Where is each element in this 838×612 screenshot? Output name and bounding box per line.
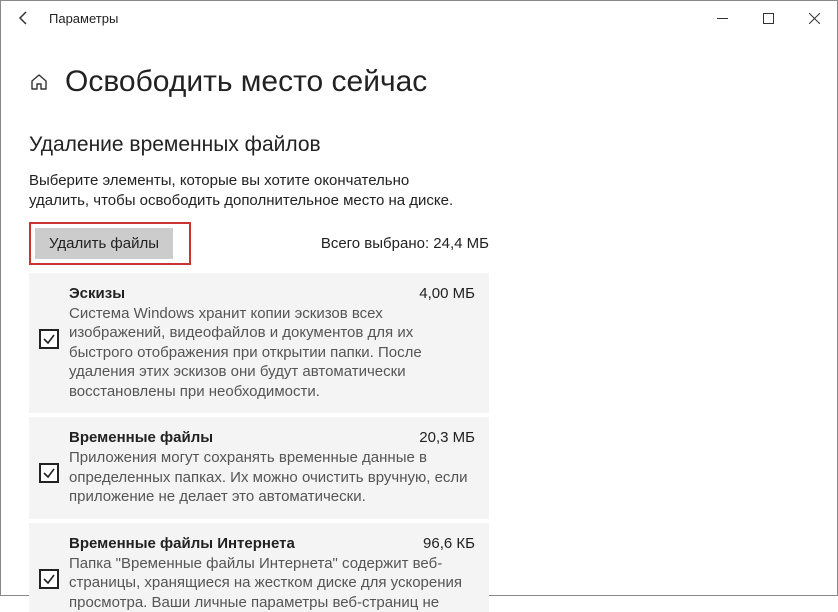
page-header: Освободить место сейчас (29, 65, 809, 99)
list-item: Временные файлы 20,3 МБ Приложения могут… (29, 417, 489, 519)
item-title: Эскизы (69, 285, 125, 302)
item-header: Временные файлы Интернета 96,6 КБ (69, 535, 475, 552)
item-size: 4,00 МБ (419, 285, 475, 302)
item-checkbox[interactable] (39, 569, 59, 589)
minimize-button[interactable] (699, 2, 745, 34)
list-item: Временные файлы Интернета 96,6 КБ Папка … (29, 523, 489, 612)
settings-window: Параметры Освободить место сейчас Удален… (0, 0, 838, 596)
item-checkbox[interactable] (39, 329, 59, 349)
home-icon[interactable] (29, 72, 49, 98)
close-button[interactable] (791, 2, 837, 34)
item-body: Эскизы 4,00 МБ Система Windows хранит ко… (69, 285, 475, 402)
action-row: Удалить файлы Всего выбрано: 24,4 МБ (29, 222, 489, 265)
delete-files-button[interactable]: Удалить файлы (35, 228, 173, 259)
item-checkbox[interactable] (39, 463, 59, 483)
item-description: Приложения могут сохранять временные дан… (69, 448, 475, 507)
window-controls (699, 2, 837, 34)
item-size: 96,6 КБ (423, 535, 475, 552)
item-header: Эскизы 4,00 МБ (69, 285, 475, 302)
item-header: Временные файлы 20,3 МБ (69, 429, 475, 446)
items-list: Эскизы 4,00 МБ Система Windows хранит ко… (29, 273, 489, 612)
list-item: Эскизы 4,00 МБ Система Windows хранит ко… (29, 273, 489, 414)
section-description: Выберите элементы, которые вы хотите око… (29, 171, 469, 212)
window-title: Параметры (49, 11, 118, 26)
item-description: Папка "Временные файлы Интернета" содерж… (69, 554, 475, 612)
item-description: Система Windows хранит копии эскизов все… (69, 304, 475, 402)
item-title: Временные файлы (69, 429, 213, 446)
page-title: Освободить место сейчас (65, 65, 427, 99)
delete-button-highlight: Удалить файлы (29, 222, 191, 265)
item-title: Временные файлы Интернета (69, 535, 295, 552)
back-button[interactable] (9, 3, 39, 33)
titlebar: Параметры (1, 1, 837, 35)
content-area: Освободить место сейчас Удаление временн… (1, 35, 837, 612)
item-body: Временные файлы 20,3 МБ Приложения могут… (69, 429, 475, 507)
selected-total-label: Всего выбрано: 24,4 МБ (321, 235, 489, 252)
item-body: Временные файлы Интернета 96,6 КБ Папка … (69, 535, 475, 612)
section-title: Удаление временных файлов (29, 133, 809, 157)
item-size: 20,3 МБ (419, 429, 475, 446)
maximize-button[interactable] (745, 2, 791, 34)
